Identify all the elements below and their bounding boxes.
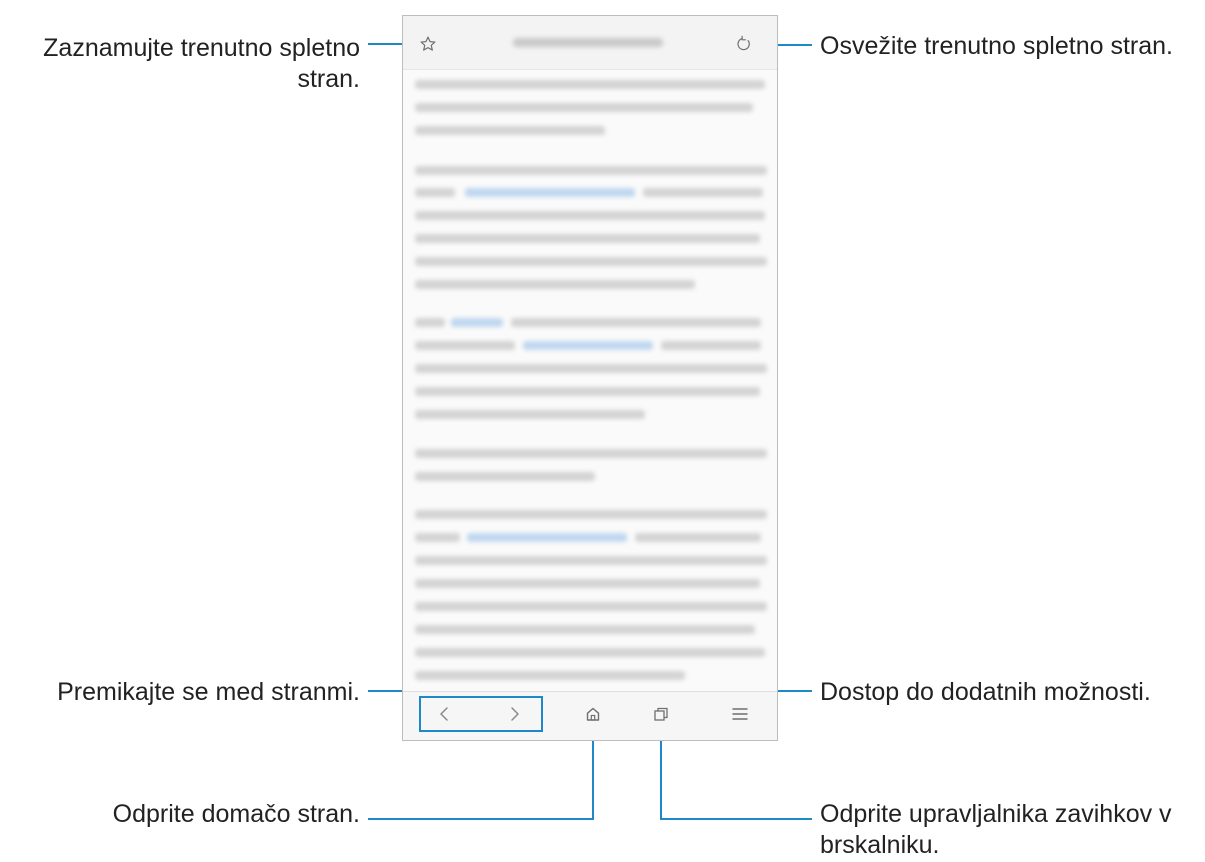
tabs-callout-horizontal [660, 818, 812, 820]
refresh-annotation: Osvežite trenutno spletno stran. [820, 32, 1173, 60]
chevron-left-icon[interactable] [433, 703, 455, 725]
browser-screen [402, 15, 778, 741]
star-outline-icon[interactable] [417, 33, 439, 55]
navigate-annotation: Premikajte se med stranmi. [57, 678, 360, 706]
chevron-right-icon[interactable] [504, 703, 526, 725]
bottom-toolbar [403, 691, 777, 740]
blurred-url [513, 38, 663, 47]
url-bar[interactable] [403, 16, 777, 70]
home-annotation: Odprite domačo stran. [112, 800, 360, 828]
home-icon[interactable] [582, 703, 604, 725]
bookmark-annotation: Zaznamujte trenutno spletno stran. [43, 34, 360, 93]
refresh-icon[interactable] [733, 33, 755, 55]
home-callout-horizontal [368, 818, 594, 820]
tabs-icon[interactable] [650, 703, 672, 725]
more-options-annotation: Dostop do dodatnih možnosti. [820, 678, 1151, 706]
tabs-annotation: Odprite upravljalnika zavihkov v brskaln… [820, 800, 1172, 859]
blurred-page-content [403, 70, 777, 692]
menu-icon[interactable] [729, 703, 751, 725]
